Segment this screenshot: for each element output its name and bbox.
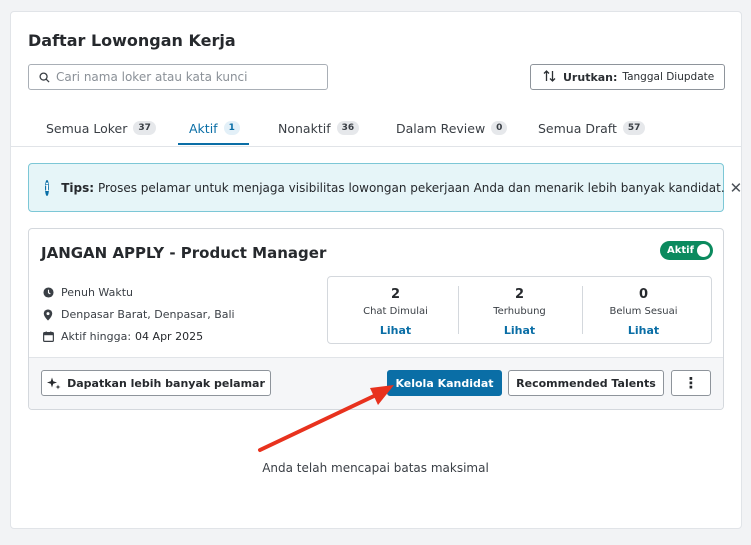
max-limit-message: Anda telah mencapai batas maksimal xyxy=(262,461,489,475)
